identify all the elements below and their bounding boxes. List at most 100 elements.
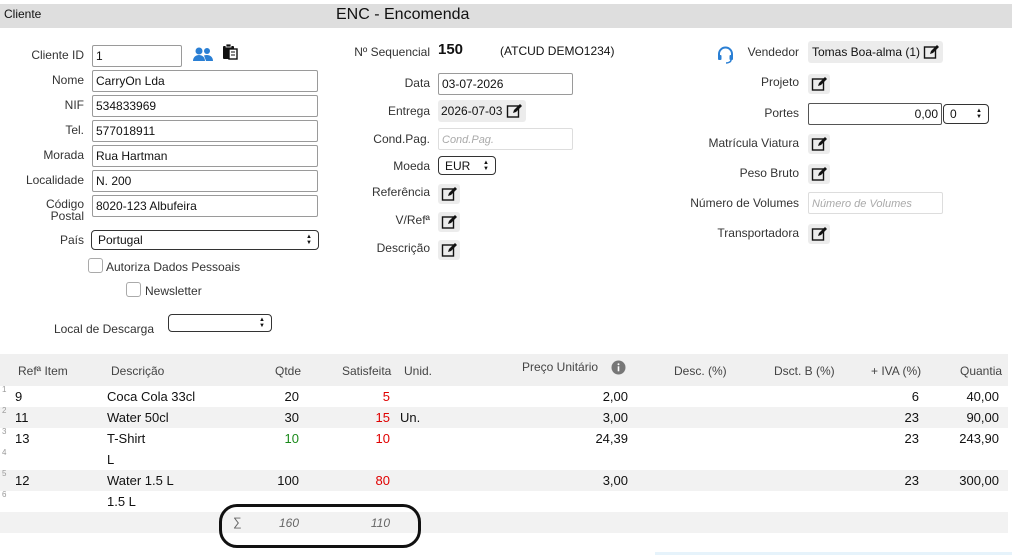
moeda-label: Moeda: [393, 159, 430, 173]
table-header: Refª Item Descrição Qtde Satisfeita Unid…: [0, 354, 1008, 386]
cell-quantia[interactable]: 300,00: [940, 473, 999, 488]
vendedor-field[interactable]: Tomas Boa-alma (1): [808, 41, 943, 63]
transportadora-edit-button[interactable]: [808, 224, 830, 244]
col-ref-item[interactable]: Refª Item: [18, 364, 68, 378]
peso-bruto-edit-button[interactable]: [808, 164, 830, 184]
morada-label: Morada: [43, 148, 84, 162]
table-row[interactable]: 1 9 Coca Cola 33cl 20 5 2,00 6 40,00: [0, 385, 1008, 407]
cell-sat[interactable]: 80: [350, 473, 390, 488]
cell-desc[interactable]: Water 50cl: [107, 410, 169, 425]
totals-row: ∑ 160 110: [0, 512, 1008, 533]
referencia-edit-button[interactable]: [438, 184, 460, 204]
descricao-edit-button[interactable]: [438, 240, 460, 260]
newsletter-checkbox[interactable]: [126, 282, 141, 297]
sort-arrows-icon: ▲ ▼: [483, 159, 489, 172]
projeto-label: Projeto: [760, 75, 799, 89]
col-desc-pct[interactable]: Desc. (%): [674, 364, 727, 378]
local-descarga-select[interactable]: ▲ ▼: [168, 314, 272, 332]
cell-unid[interactable]: Un.: [400, 410, 420, 425]
vref-label: V/Refª: [395, 213, 430, 227]
cell-iva[interactable]: 23: [880, 473, 919, 488]
row-index: 5: [2, 469, 7, 478]
matricula-edit-button[interactable]: [808, 134, 830, 154]
autoriza-dados-checkbox[interactable]: [88, 258, 103, 273]
edit-icon: [811, 77, 827, 91]
data-input[interactable]: [438, 73, 573, 95]
volumes-input[interactable]: [808, 192, 943, 214]
cell-qtde[interactable]: 30: [260, 410, 299, 425]
cell-ref[interactable]: 13: [15, 431, 29, 446]
nome-label: Nome: [51, 73, 84, 87]
cell-ref[interactable]: 11: [15, 410, 29, 425]
portes-label: Portes: [764, 106, 799, 120]
tel-input[interactable]: [92, 120, 318, 142]
cell-qtde[interactable]: 100: [260, 473, 299, 488]
row-index: 3: [2, 427, 7, 436]
table-row[interactable]: 2 11 Water 50cl 30 15 Un. 3,00 23 90,00: [0, 406, 1008, 428]
pais-select[interactable]: Portugal ▲ ▼: [91, 230, 319, 250]
projeto-edit-button[interactable]: [808, 74, 830, 94]
col-dsct-b-pct[interactable]: Dsct. B (%): [774, 364, 835, 378]
cell-ref[interactable]: 9: [15, 389, 22, 404]
cell-qtde[interactable]: 20: [260, 389, 299, 404]
cell-preco[interactable]: 2,00: [560, 389, 628, 404]
morada-input[interactable]: [92, 145, 318, 167]
volumes-label: Número de Volumes: [690, 196, 799, 210]
cell-iva[interactable]: 23: [880, 431, 919, 446]
page-title: ENC - Encomenda: [336, 6, 470, 23]
cell-ref[interactable]: 12: [15, 473, 29, 488]
moeda-select[interactable]: EUR ▲ ▼: [438, 156, 496, 175]
edit-icon: [811, 137, 827, 151]
cond-pag-input[interactable]: [438, 128, 573, 150]
cell-qtde[interactable]: 10: [260, 431, 299, 446]
cell-preco[interactable]: 3,00: [560, 473, 628, 488]
cell-desc[interactable]: T-Shirt: [107, 431, 145, 446]
clipboard-icon[interactable]: [221, 43, 239, 64]
cell-quantia[interactable]: 243,90: [940, 431, 999, 446]
col-quantia[interactable]: Quantia: [960, 364, 1002, 378]
cell-preco[interactable]: 24,39: [560, 431, 628, 446]
portes-select-value: 0: [950, 107, 957, 121]
edit-icon[interactable]: [923, 44, 939, 63]
cell-sat[interactable]: 5: [350, 389, 390, 404]
cliente-id-input[interactable]: [92, 45, 182, 67]
table-row[interactable]: 3 13 T-Shirt 10 10 24,39 23 243,90: [0, 427, 1008, 449]
localidade-input[interactable]: [92, 170, 318, 192]
cell-iva[interactable]: 23: [880, 410, 919, 425]
cell-quantia[interactable]: 40,00: [940, 389, 999, 404]
cell-sat[interactable]: 10: [350, 431, 390, 446]
edit-icon: [811, 227, 827, 241]
codigo-postal-input[interactable]: [92, 195, 318, 217]
table-row[interactable]: 4 L: [0, 448, 1008, 470]
col-unid[interactable]: Unid.: [404, 364, 432, 378]
row-index: 4: [2, 448, 7, 457]
cond-pag-label: Cond.Pag.: [373, 132, 430, 146]
col-descricao[interactable]: Descrição: [111, 364, 164, 378]
entrega-field[interactable]: 2026-07-03: [438, 100, 526, 122]
portes-select[interactable]: 0 ▲ ▼: [943, 104, 989, 124]
cliente-id-label: Cliente ID: [31, 48, 84, 62]
table-row[interactable]: 6 1.5 L: [0, 490, 1008, 512]
localidade-label: Localidade: [25, 173, 84, 187]
cell-desc[interactable]: 1.5 L: [107, 494, 136, 509]
col-iva-pct[interactable]: + IVA (%): [871, 364, 921, 378]
nome-input[interactable]: [92, 70, 318, 92]
cell-desc[interactable]: L: [107, 452, 114, 467]
portes-input[interactable]: [808, 103, 942, 125]
col-preco-unitario[interactable]: Preço Unitário: [522, 360, 598, 374]
local-descarga-label: Local de Descarga: [53, 322, 154, 336]
people-icon[interactable]: [192, 46, 214, 65]
vref-edit-button[interactable]: [438, 212, 460, 232]
cell-quantia[interactable]: 90,00: [940, 410, 999, 425]
cell-desc[interactable]: Water 1.5 L: [107, 473, 174, 488]
info-icon[interactable]: [611, 360, 626, 378]
col-satisfeita[interactable]: Satisfeita: [342, 364, 391, 378]
cell-iva[interactable]: 6: [880, 389, 919, 404]
nif-input[interactable]: [92, 95, 318, 117]
edit-icon[interactable]: [506, 103, 522, 122]
cell-sat[interactable]: 15: [350, 410, 390, 425]
cell-desc[interactable]: Coca Cola 33cl: [107, 389, 195, 404]
table-row[interactable]: 5 12 Water 1.5 L 100 80 3,00 23 300,00: [0, 469, 1008, 491]
col-qtde[interactable]: Qtde: [275, 364, 301, 378]
cell-preco[interactable]: 3,00: [560, 410, 628, 425]
